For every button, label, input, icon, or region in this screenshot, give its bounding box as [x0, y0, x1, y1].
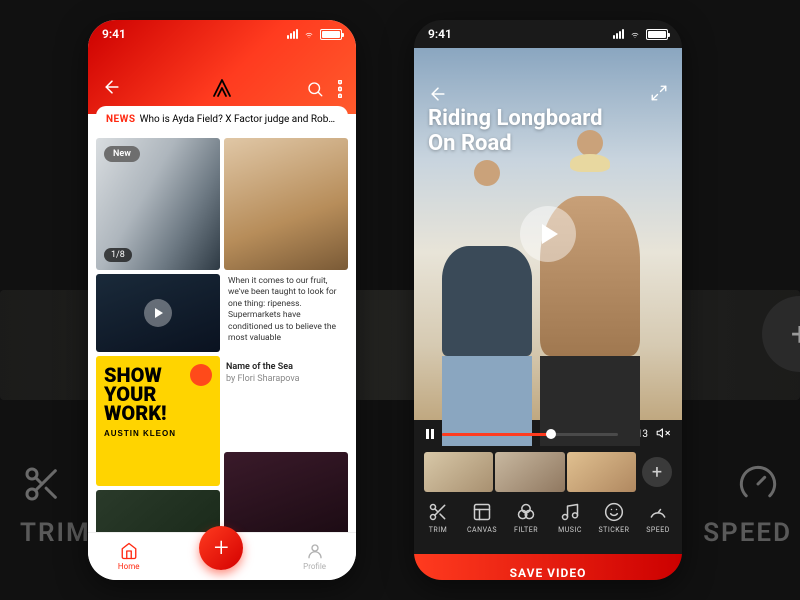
clip-thumbnail[interactable] — [567, 452, 636, 492]
home-icon — [120, 542, 138, 560]
scissors-icon — [22, 464, 62, 508]
tab-profile[interactable]: Profile — [303, 542, 326, 571]
wifi-icon — [628, 29, 642, 39]
phone-feed-screen: 9:41 NEWSWho — [88, 20, 356, 580]
feed-card[interactable] — [224, 452, 348, 532]
news-ticker[interactable]: NEWS Who is Ayda Field? X Factor judge an… — [96, 106, 348, 133]
app-logo — [210, 76, 234, 104]
clip-thumbnail-strip: + — [414, 448, 682, 496]
canvas-icon — [472, 502, 492, 522]
create-fab[interactable]: + — [199, 526, 243, 570]
tool-sticker[interactable]: STICKER — [592, 502, 636, 554]
tool-speed[interactable]: SPEED — [636, 502, 680, 554]
tool-filter[interactable]: FILTER — [504, 502, 548, 554]
scrubber-thumb[interactable] — [546, 429, 556, 439]
search-button[interactable] — [306, 80, 324, 102]
feed-card[interactable] — [96, 490, 220, 532]
scrubber-track[interactable] — [442, 433, 618, 436]
tab-home[interactable]: Home — [118, 542, 140, 571]
video-subject — [442, 160, 532, 420]
profile-icon — [306, 542, 324, 560]
status-time: 9:41 — [102, 27, 126, 41]
tool-canvas[interactable]: CANVAS — [460, 502, 504, 554]
news-headline: Who is Ayda Field? X Factor judge and Ro… — [140, 114, 348, 125]
scissors-icon — [428, 502, 448, 522]
tool-music[interactable]: MUSIC — [548, 502, 592, 554]
news-label: NEWS — [106, 114, 136, 125]
phone-video-editor-screen: 9:41 Riding Longboard On Road — [414, 20, 682, 580]
pause-button[interactable] — [426, 429, 434, 439]
music-icon — [560, 502, 580, 522]
video-subject — [540, 130, 640, 420]
article-title: Name of the Sea — [226, 362, 346, 374]
bottom-tab-bar: Home + Profile — [88, 532, 356, 580]
clip-thumbnail[interactable] — [495, 452, 564, 492]
status-bar: 9:41 — [414, 20, 682, 48]
status-time: 9:41 — [428, 27, 452, 41]
book-author: AUSTIN KLEON — [104, 429, 212, 438]
sticker-icon — [604, 502, 624, 522]
mute-button[interactable] — [656, 426, 670, 443]
video-preview[interactable]: Riding Longboard On Road — [414, 48, 682, 420]
editor-toolbar: TRIM CANVAS FILTER MUSIC STICKER SPEED — [414, 496, 682, 554]
clip-thumbnail[interactable] — [424, 452, 493, 492]
bestseller-sticker-icon — [190, 364, 212, 386]
battery-icon — [320, 29, 342, 40]
filter-icon — [516, 502, 536, 522]
signal-icon — [287, 29, 298, 39]
speedometer-icon — [648, 502, 668, 522]
speedometer-icon — [738, 464, 778, 508]
battery-icon — [646, 29, 668, 40]
fullscreen-button[interactable] — [650, 84, 668, 106]
video-title: Riding Longboard On Road — [428, 106, 622, 157]
back-button[interactable] — [102, 77, 122, 102]
feed-grid: New 1/8 When it comes to our fruit, we'v… — [96, 138, 348, 532]
more-menu-button[interactable] — [338, 80, 342, 102]
feed-book-card[interactable]: ShowYourWork! AUSTIN KLEON — [96, 356, 220, 486]
background-trim-label: TRIM — [20, 518, 91, 548]
feed-excerpt[interactable]: When it comes to our fruit, we've been t… — [224, 274, 348, 352]
feed-hero-card[interactable]: New 1/8 — [96, 138, 220, 270]
article-byline: by Flori Sharapova — [226, 374, 346, 386]
feed-card[interactable] — [224, 138, 348, 270]
wifi-icon — [302, 29, 316, 39]
feed-video-card[interactable] — [96, 274, 220, 352]
play-button[interactable] — [520, 206, 576, 262]
gallery-pager: 1/8 — [104, 248, 132, 262]
tool-trim[interactable]: TRIM — [416, 502, 460, 554]
add-clip-button[interactable]: + — [642, 457, 672, 487]
scrubber-progress — [442, 433, 551, 436]
background-speed-label: SPEED — [703, 518, 792, 548]
save-video-button[interactable]: SAVE VIDEO — [414, 554, 682, 580]
play-icon — [144, 299, 172, 327]
signal-icon — [613, 29, 624, 39]
new-badge: New — [104, 146, 140, 162]
status-bar: 9:41 — [88, 20, 356, 48]
